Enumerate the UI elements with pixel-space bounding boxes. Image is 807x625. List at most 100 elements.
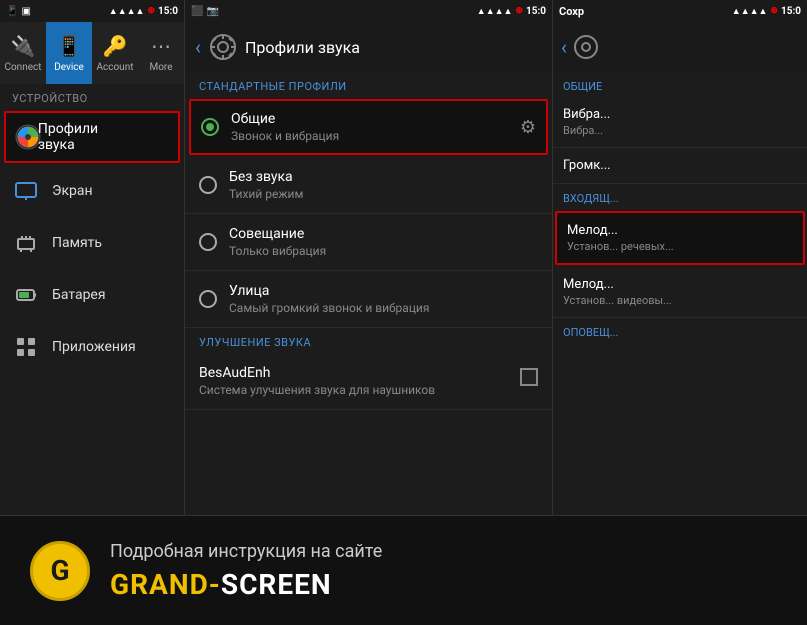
profile-general[interactable]: Общие Звонок и вибрация ⚙ — [189, 99, 548, 155]
status-icons-left: 📱 ▣ — [6, 6, 31, 17]
profile-outdoor-name: Улица — [229, 283, 538, 299]
tab-account[interactable]: 🔑 Account — [92, 22, 138, 84]
banner-line1: Подробная инструкция на сайте — [110, 541, 382, 562]
radio-outdoor — [199, 290, 217, 308]
sound-label: Профили звука — [54, 123, 82, 151]
panel3-gear-icon — [573, 34, 599, 60]
besaudenh-text: BesAudEnh Система улучшения звука для на… — [199, 365, 508, 397]
profile-meeting-desc: Только вибрация — [229, 244, 538, 258]
profile-outdoor[interactable]: Улица Самый громкий звонок и вибрация — [185, 271, 552, 328]
p2-notif-icons: ⬛ 📷 — [191, 6, 219, 17]
time-panel1: 15:0 — [158, 6, 178, 17]
banner-screen: SCREEN — [221, 568, 332, 601]
tab-device-label: Device — [54, 62, 84, 73]
memory-icon — [12, 229, 40, 257]
status-bar-panel2: ⬛ 📷 ▲▲▲▲ ⊕ 15:0 — [185, 0, 553, 22]
more-icon: ⋯ — [151, 34, 171, 58]
incoming-section-title: ВХОДЯЩ... — [553, 184, 807, 209]
p2-signal: ▲▲▲▲ — [477, 6, 513, 17]
screen-label: Экран — [52, 183, 93, 199]
p2-gps: ⊕ — [515, 6, 523, 16]
tab-connect-label: Connect — [4, 62, 41, 73]
profile-meeting-text: Совещание Только вибрация — [229, 226, 538, 258]
battery-icon — [12, 281, 40, 309]
volume-item[interactable]: Громк... — [553, 148, 807, 184]
standard-profiles-section: СТАНДАРТНЫЕ ПРОФИЛИ — [185, 72, 552, 97]
melody1-item[interactable]: Мелод... Установ... речевых... — [555, 211, 805, 265]
melody2-item[interactable]: Мелод... Установ... видеовы... — [553, 267, 807, 318]
gps-icon: ⊕ — [147, 6, 155, 16]
p3-status-right: ▲▲▲▲ ⊕ 15:0 — [732, 6, 801, 17]
p3-title-partial: Сохр — [559, 5, 584, 18]
p2-icon1: ⬛ — [191, 6, 203, 17]
general-gear-icon[interactable]: ⚙ — [520, 117, 536, 138]
apps-icon — [12, 333, 40, 361]
tab-more[interactable]: ⋯ More — [138, 22, 184, 84]
time-panel3: 15:0 — [781, 6, 801, 17]
menu-item-battery[interactable]: Батарея — [0, 269, 184, 321]
tab-account-label: Account — [96, 62, 133, 73]
profile-outdoor-text: Улица Самый громкий звонок и вибрация — [229, 283, 538, 315]
profile-silent-desc: Тихий режим — [229, 187, 538, 201]
radio-silent — [199, 176, 217, 194]
vibration-name: Вибра... — [563, 107, 797, 122]
panel3-back-icon[interactable]: ‹ — [561, 35, 567, 59]
menu-item-memory[interactable]: Память — [0, 217, 184, 269]
menu-item-apps[interactable]: Приложения — [0, 321, 184, 373]
panel-device: 🔌 Connect 📱 Device 🔑 Account ⋯ More УСТР… — [0, 22, 185, 515]
p2-icon2: 📷 — [206, 6, 218, 17]
p3-gps: ⊕ — [770, 6, 778, 16]
profile-silent[interactable]: Без звука Тихий режим — [185, 157, 552, 214]
vibration-desc: Вибра... — [563, 124, 797, 137]
general-section-title: ОБЩИЕ — [553, 72, 807, 97]
tab-connect[interactable]: 🔌 Connect — [0, 22, 46, 84]
banner-text: Подробная инструкция на сайте GRAND-SCRE… — [110, 541, 382, 601]
profile-general-text: Общие Звонок и вибрация — [231, 111, 508, 143]
status-bar-panel1: 📱 ▣ ▲▲▲▲ ⊕ 15:0 — [0, 0, 185, 22]
battery-label: Батарея — [52, 287, 106, 303]
panel3-header: ‹ — [553, 22, 807, 72]
notif-section-title: ОПОВЕЩ... — [553, 318, 807, 343]
bottom-banner: G Подробная инструкция на сайте GRAND-SC… — [0, 515, 807, 625]
p2-status-right: ▲▲▲▲ ⊕ 15:0 — [477, 6, 546, 17]
profile-general-name: Общие — [231, 111, 508, 127]
time-panel2: 15:0 — [526, 6, 546, 17]
back-arrow-icon[interactable]: ‹ — [195, 35, 201, 59]
device-section-title: УСТРОЙСТВО — [0, 84, 184, 109]
panel-sound-profiles: ‹ Профили звука СТАНДАРТНЫЕ ПРОФИЛИ Общи… — [185, 22, 553, 515]
apps-label: Приложения — [52, 339, 136, 355]
besaudenh-checkbox[interactable] — [520, 368, 538, 386]
besaudenh-item[interactable]: BesAudEnh Система улучшения звука для на… — [185, 353, 552, 410]
memory-label: Память — [52, 235, 102, 251]
account-icon: 🔑 — [103, 34, 128, 58]
melody2-desc: Установ... видеовы... — [563, 294, 797, 307]
besaudenh-desc: Система улучшения звука для наушников — [199, 383, 508, 397]
radio-meeting — [199, 233, 217, 251]
melody1-name: Мелод... — [567, 223, 793, 238]
profile-meeting-name: Совещание — [229, 226, 538, 242]
wifi-icon: ▣ — [21, 6, 30, 17]
signal-icon: ▲▲▲▲ — [109, 6, 145, 17]
vibration-item[interactable]: Вибра... Вибра... — [553, 97, 807, 148]
profile-silent-text: Без звука Тихий режим — [229, 169, 538, 201]
tab-bar: 🔌 Connect 📱 Device 🔑 Account ⋯ More — [0, 22, 184, 84]
panel2-title: Профили звука — [245, 38, 360, 57]
melody1-desc: Установ... речевых... — [567, 240, 793, 253]
status-icons-right: ▲▲▲▲ ⊕ 15:0 — [109, 6, 178, 17]
profile-meeting[interactable]: Совещание Только вибрация — [185, 214, 552, 271]
improve-section: УЛУЧШЕНИЕ ЗВУКА — [185, 328, 552, 353]
tab-device[interactable]: 📱 Device — [46, 22, 92, 84]
menu-item-sound[interactable]: Профили звука — [4, 111, 180, 163]
screen-icon — [12, 177, 40, 205]
menu-item-screen[interactable]: Экран — [0, 165, 184, 217]
panel-general-settings: ‹ ОБЩИЕ Вибра... Вибра... Громк... ВХОДЯ… — [553, 22, 807, 515]
notification-icon: 📱 — [6, 6, 18, 17]
volume-name: Громк... — [563, 158, 797, 173]
melody2-name: Мелод... — [563, 277, 797, 292]
tab-more-label: More — [149, 62, 172, 73]
status-bar-panel3: Сохр ▲▲▲▲ ⊕ 15:0 — [553, 0, 807, 22]
banner-line2: GRAND-SCREEN — [110, 568, 382, 601]
profile-outdoor-desc: Самый громкий звонок и вибрация — [229, 301, 538, 315]
banner-grand: GRAND- — [110, 568, 221, 601]
device-icon: 📱 — [57, 34, 82, 58]
